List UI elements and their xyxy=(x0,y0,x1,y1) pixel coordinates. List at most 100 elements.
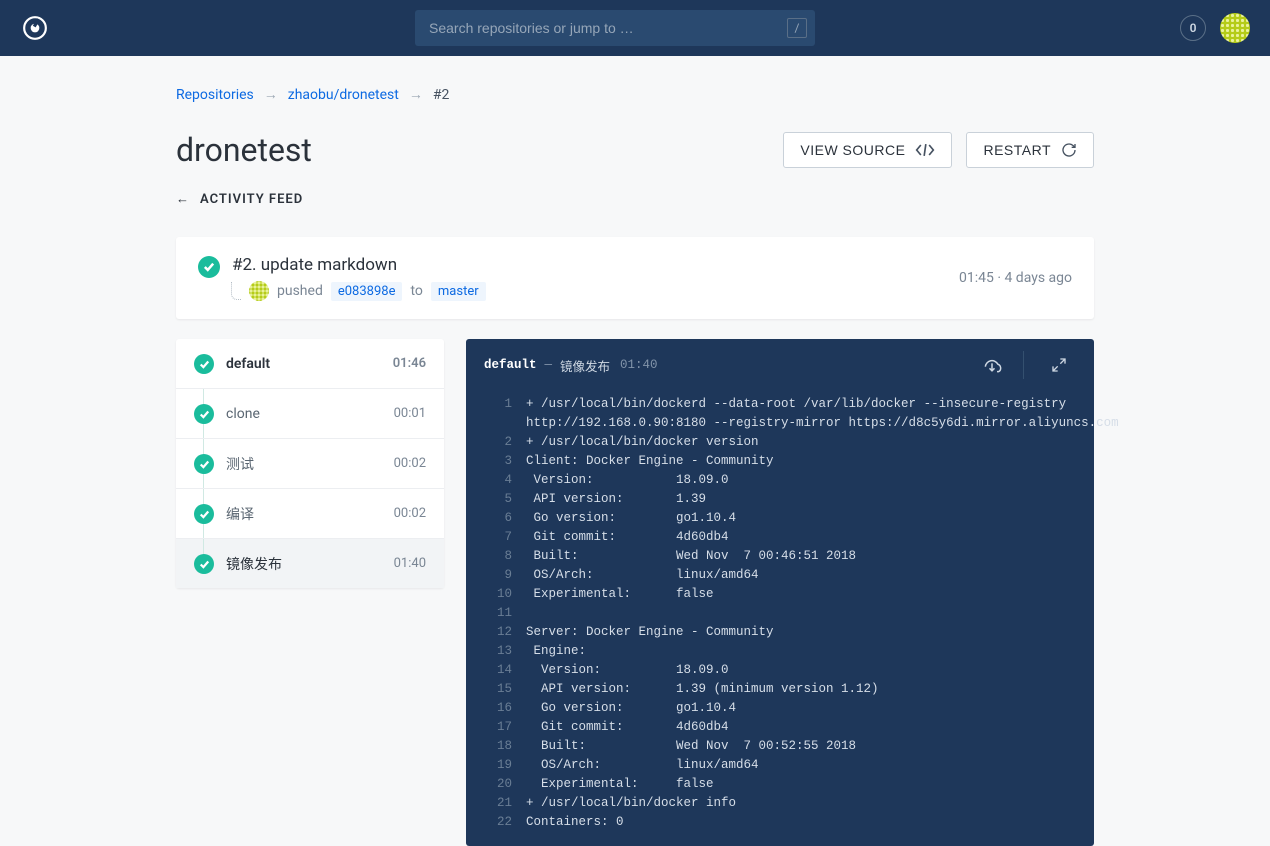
build-meta: pushed e083898e to master xyxy=(232,281,486,301)
steps-list: default 01:46 clone 00:01 测试 00:02 编译 00:02 镜像… xyxy=(176,339,444,588)
log-line: 3Client: Docker Engine - Community xyxy=(466,452,1094,471)
log-line-number: 6 xyxy=(484,509,512,528)
log-line-number: 22 xyxy=(484,813,512,832)
step-time: 01:40 xyxy=(394,556,426,571)
main-container: Repositories → zhaobu/dronetest → #2 dro… xyxy=(160,56,1110,846)
log-line-text: API version: 1.39 (minimum version 1.12) xyxy=(526,680,879,699)
log-line-number: 19 xyxy=(484,756,512,775)
pushed-label: pushed xyxy=(277,283,323,299)
log-panel: default — 镜像发布 01:40 1 + /usr/local/bin/d… xyxy=(466,339,1094,846)
log-line-number: 10 xyxy=(484,585,512,604)
status-success-icon xyxy=(194,454,214,474)
dash-separator: — xyxy=(545,358,553,372)
log-line-text: Experimental: false xyxy=(526,775,714,794)
status-success-icon xyxy=(194,404,214,424)
log-line-text: http://192.168.0.90:8180 --registry-mirr… xyxy=(526,414,1119,433)
step-row[interactable]: 测试 00:02 xyxy=(176,439,444,489)
log-line: 14 Version: 18.09.0 xyxy=(466,661,1094,680)
chevron-right-icon: → xyxy=(264,86,278,103)
step-name: 镜像发布 xyxy=(226,554,282,574)
log-line-number: 2 xyxy=(484,433,512,452)
user-avatar[interactable] xyxy=(1220,13,1250,43)
log-line: 5 API version: 1.39 xyxy=(466,490,1094,509)
breadcrumb-repositories[interactable]: Repositories xyxy=(176,87,254,103)
step-row[interactable]: 编译 00:02 xyxy=(176,489,444,539)
log-line: 2 + /usr/local/bin/docker version xyxy=(466,433,1094,452)
log-line-text: Version: 18.09.0 xyxy=(526,471,729,490)
build-summary-card: #2. update markdown pushed e083898e to m… xyxy=(176,237,1094,319)
log-line-text: + /usr/local/bin/docker info xyxy=(526,794,736,813)
to-label: to xyxy=(410,283,422,299)
log-line-number: 17 xyxy=(484,718,512,737)
log-line-number: 3 xyxy=(484,452,512,471)
log-line: 22 Containers: 0 xyxy=(466,813,1094,832)
pipeline-total-time: 01:46 xyxy=(393,356,426,371)
log-line: http://192.168.0.90:8180 --registry-mirr… xyxy=(466,414,1094,433)
pipeline-header-row[interactable]: default 01:46 xyxy=(176,339,444,389)
code-icon xyxy=(915,143,935,157)
build-info: #2. update markdown pushed e083898e to m… xyxy=(232,255,486,301)
arrow-left-icon: ← xyxy=(176,191,190,207)
log-line-text: OS/Arch: linux/amd64 xyxy=(526,566,759,585)
download-icon xyxy=(982,355,1002,375)
log-line-text: + /usr/local/bin/docker version xyxy=(526,433,759,452)
restart-button[interactable]: RESTART xyxy=(966,132,1094,168)
drone-logo-icon[interactable] xyxy=(20,13,50,43)
log-line: 7 Git commit: 4d60db4 xyxy=(466,528,1094,547)
log-header: default — 镜像发布 01:40 xyxy=(466,339,1094,389)
step-row[interactable]: 镜像发布 01:40 xyxy=(176,539,444,588)
log-line-text: Version: 18.09.0 xyxy=(526,661,729,680)
log-line-number: 11 xyxy=(484,604,512,623)
log-line-text: API version: 1.39 xyxy=(526,490,706,509)
title-bar: dronetest VIEW SOURCE RESTART xyxy=(176,131,1094,169)
branch-chip[interactable]: master xyxy=(431,282,486,301)
step-name: 编译 xyxy=(226,504,254,524)
log-step-time: 01:40 xyxy=(620,358,658,372)
pipeline-name: default xyxy=(226,356,270,372)
build-timing: 01:45 · 4 days ago xyxy=(959,270,1072,286)
log-line-text: Built: Wed Nov 7 00:46:51 2018 xyxy=(526,547,856,566)
log-line-number: 16 xyxy=(484,699,512,718)
notifications-badge[interactable]: 0 xyxy=(1180,15,1206,41)
log-line-number: 8 xyxy=(484,547,512,566)
log-pipeline-name: default xyxy=(484,358,537,372)
page-title: dronetest xyxy=(176,131,312,169)
log-line-number: 1 xyxy=(484,395,512,414)
search-input[interactable] xyxy=(415,10,815,46)
log-line-text: + /usr/local/bin/dockerd --data-root /va… xyxy=(526,395,1066,414)
log-actions xyxy=(978,351,1076,379)
log-line-text: Built: Wed Nov 7 00:52:55 2018 xyxy=(526,737,856,756)
log-line: 11 xyxy=(466,604,1094,623)
search-hotkey-badge: / xyxy=(787,18,807,38)
log-line: 9 OS/Arch: linux/amd64 xyxy=(466,566,1094,585)
log-line-number: 21 xyxy=(484,794,512,813)
step-time: 00:02 xyxy=(394,506,426,521)
breadcrumb: Repositories → zhaobu/dronetest → #2 xyxy=(176,86,1094,103)
log-line: 13 Engine: xyxy=(466,642,1094,661)
breadcrumb-repo[interactable]: zhaobu/dronetest xyxy=(288,87,399,103)
log-line-number: 14 xyxy=(484,661,512,680)
log-line-text: Experimental: false xyxy=(526,585,714,604)
log-body[interactable]: 1 + /usr/local/bin/dockerd --data-root /v… xyxy=(466,389,1094,846)
step-time: 00:02 xyxy=(394,456,426,471)
log-line-text: Go version: go1.10.4 xyxy=(526,509,736,528)
log-line-text: Containers: 0 xyxy=(526,813,624,832)
commit-chip[interactable]: e083898e xyxy=(331,282,403,301)
activity-feed-link[interactable]: ← ACTIVITY FEED xyxy=(176,191,1094,207)
refresh-icon xyxy=(1061,142,1077,158)
status-success-icon xyxy=(194,554,214,574)
log-line-number: 5 xyxy=(484,490,512,509)
log-line: 18 Built: Wed Nov 7 00:52:55 2018 xyxy=(466,737,1094,756)
log-line: 19 OS/Arch: linux/amd64 xyxy=(466,756,1094,775)
author-avatar[interactable] xyxy=(249,281,269,301)
step-name: clone xyxy=(226,406,260,422)
step-name: 测试 xyxy=(226,454,254,474)
status-success-icon xyxy=(194,504,214,524)
view-source-button[interactable]: VIEW SOURCE xyxy=(783,132,952,168)
activity-feed-label: ACTIVITY FEED xyxy=(200,192,303,207)
download-log-button[interactable] xyxy=(978,351,1024,379)
log-line: 12Server: Docker Engine - Community xyxy=(466,623,1094,642)
step-row[interactable]: clone 00:01 xyxy=(176,389,444,439)
fullscreen-log-button[interactable] xyxy=(1042,351,1076,379)
step-time: 00:01 xyxy=(394,406,426,421)
